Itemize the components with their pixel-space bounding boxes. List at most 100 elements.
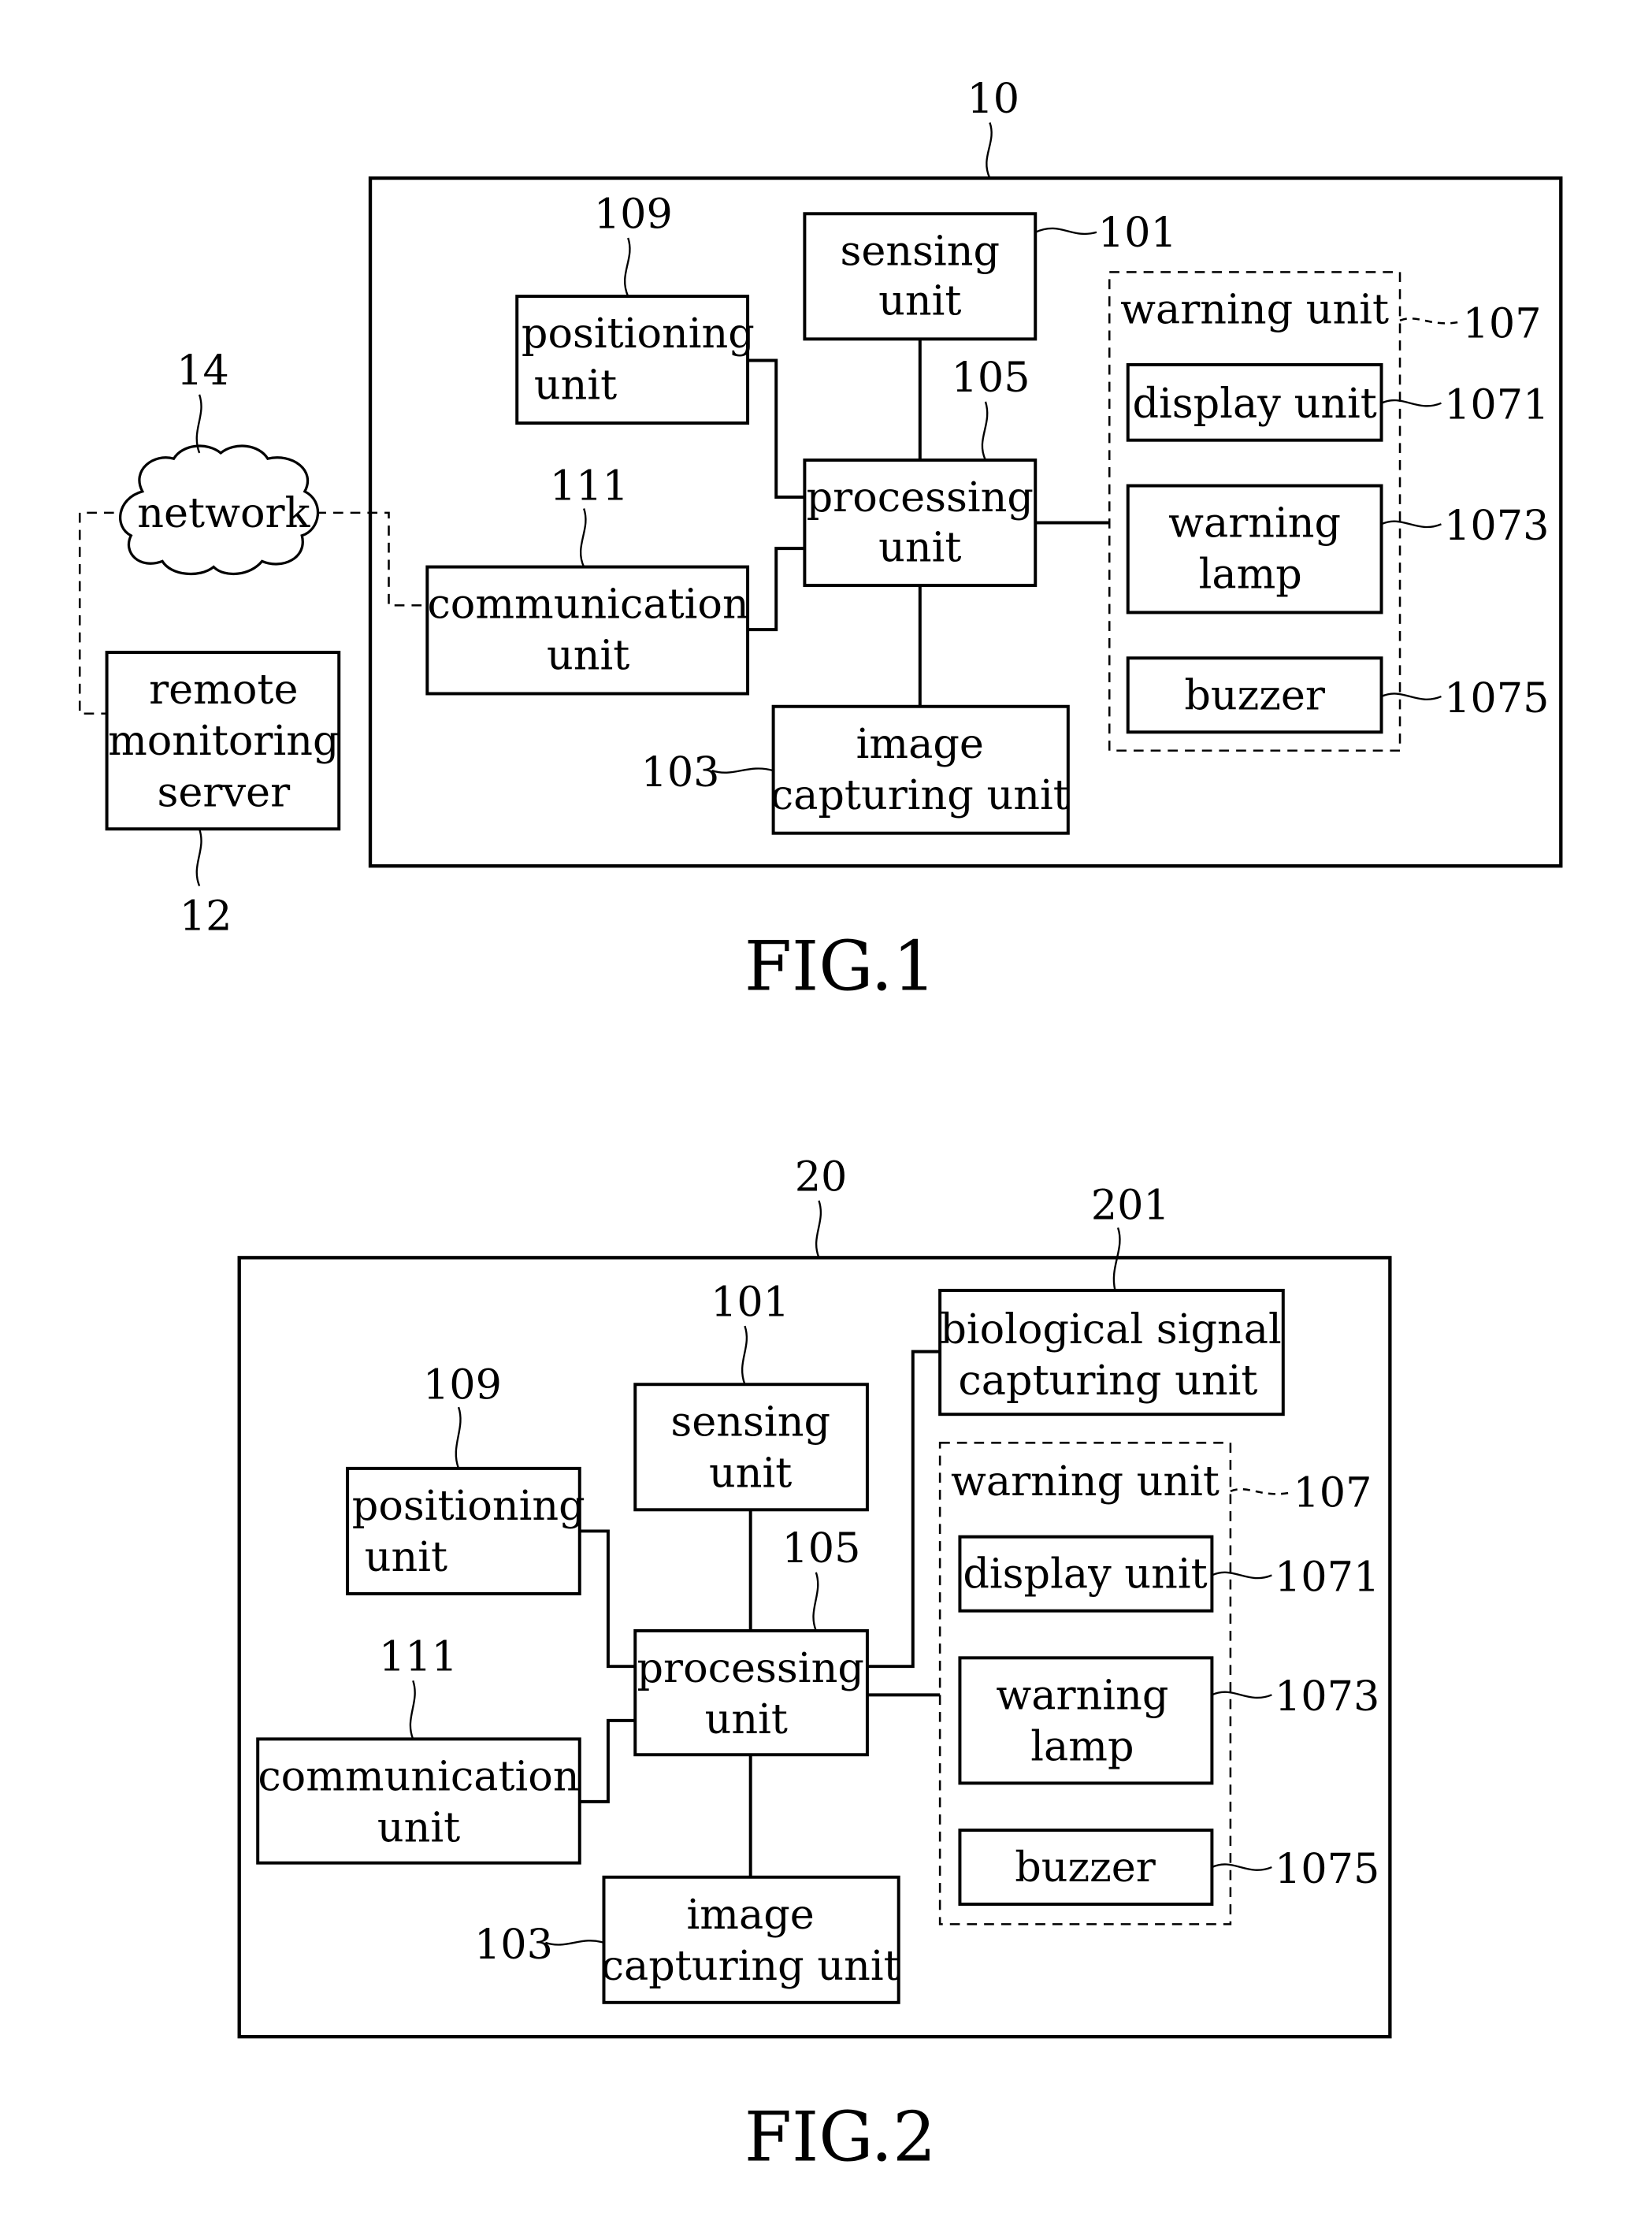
- svg-text:unit: unit: [709, 1449, 792, 1497]
- fig2-communication-leader: [409, 1680, 416, 1740]
- svg-text:processing: processing: [807, 473, 1034, 522]
- fig1-warning-leader: [1399, 317, 1461, 325]
- fig2-warning-leader: [1230, 1487, 1291, 1495]
- fig1-processing-unit: processing unit: [803, 459, 1038, 588]
- fig1-server-leader: [195, 828, 202, 886]
- svg-text:image: image: [687, 1891, 815, 1939]
- fig2-communication-unit: communication unit: [256, 1737, 581, 1865]
- fig2-display-unit: display unit: [958, 1535, 1214, 1613]
- fig1-display-unit: display unit: [1126, 362, 1383, 442]
- fig1-lamp-leader: [1381, 520, 1442, 529]
- svg-text:positioning: positioning: [352, 1482, 585, 1530]
- fig1-caption: FIG.1: [744, 926, 936, 1006]
- fig1-buzzer-ref: 1075: [1444, 674, 1549, 722]
- svg-text:sensing: sensing: [670, 1398, 830, 1446]
- svg-text:warning: warning: [1168, 499, 1341, 548]
- fig1-system-leader: [986, 122, 993, 179]
- fig2-image-capturing-unit: image capturing unit: [601, 1875, 900, 2004]
- svg-text:buzzer: buzzer: [1015, 1844, 1156, 1892]
- fig2-image-leader: [545, 1940, 604, 1946]
- svg-text:unit: unit: [534, 361, 617, 409]
- svg-text:sensing: sensing: [840, 227, 1000, 275]
- fig1-warning-lamp: warning lamp: [1126, 484, 1383, 615]
- fig2-system-ref: 20: [795, 1153, 848, 1201]
- fig2-wire-positioning-processing: [579, 1529, 636, 1669]
- fig1-lamp-ref: 1073: [1444, 502, 1549, 550]
- svg-text:communication: communication: [258, 1752, 579, 1800]
- svg-text:capturing unit: capturing unit: [770, 771, 1070, 819]
- fig2-warning-lamp: warning lamp: [958, 1656, 1214, 1785]
- svg-text:capturing unit: capturing unit: [601, 1942, 900, 1990]
- fig2-bio-ref: 201: [1091, 1182, 1170, 1230]
- fig2-buzzer: buzzer: [958, 1829, 1214, 1907]
- fig2-sensing-leader: [741, 1325, 748, 1385]
- svg-text:communication: communication: [427, 581, 748, 629]
- fig1-buzzer: buzzer: [1126, 656, 1383, 734]
- fig2-positioning-ref: 109: [423, 1361, 502, 1409]
- patent-drawing-sheet: 10 sensing unit 101 positioning unit 109: [78, 75, 1563, 2177]
- fig1-positioning-leader: [624, 237, 631, 297]
- svg-text:server: server: [157, 768, 291, 816]
- svg-text:unit: unit: [365, 1533, 447, 1581]
- fig2-sensing-ref: 101: [711, 1278, 789, 1326]
- fig1-processing-ref: 105: [952, 354, 1030, 402]
- svg-text:capturing unit: capturing unit: [958, 1357, 1257, 1405]
- svg-text:image: image: [856, 720, 984, 768]
- fig2-image-ref: 103: [474, 1921, 553, 1969]
- fig2-display-ref: 1071: [1275, 1553, 1379, 1601]
- figure-2: 20 biological signal capturing unit 201 …: [237, 1153, 1392, 2177]
- fig2-buzzer-ref: 1075: [1275, 1845, 1379, 1893]
- fig1-warning-unit-label: warning unit: [1120, 285, 1389, 333]
- fig1-image-capturing-unit: image capturing unit: [770, 704, 1070, 835]
- fig2-biological-signal-capturing-unit: biological signal capturing unit: [938, 1288, 1285, 1417]
- svg-text:positioning: positioning: [522, 310, 755, 358]
- fig2-system-leader: [815, 1200, 822, 1258]
- svg-text:lamp: lamp: [1030, 1722, 1134, 1770]
- fig1-sensing-ref: 101: [1098, 209, 1177, 257]
- fig2-processing-leader: [812, 1572, 819, 1632]
- fig1-image-leader: [711, 767, 774, 774]
- fig1-buzzer-leader: [1381, 692, 1442, 700]
- fig2-sensing-unit: sensing unit: [633, 1383, 869, 1512]
- fig2-wire-communication-processing: [579, 1718, 636, 1803]
- svg-text:network: network: [137, 489, 310, 537]
- svg-text:display unit: display unit: [963, 1550, 1207, 1598]
- fig2-lamp-ref: 1073: [1275, 1673, 1379, 1721]
- svg-text:unit: unit: [878, 277, 961, 325]
- fig1-network-ref: 14: [176, 347, 229, 395]
- fig2-caption: FIG.2: [744, 2097, 936, 2177]
- svg-text:display unit: display unit: [1132, 380, 1376, 428]
- svg-text:unit: unit: [377, 1804, 460, 1852]
- fig2-buzzer-leader: [1211, 1863, 1272, 1871]
- fig1-sensing-leader: [1034, 227, 1097, 236]
- svg-text:biological signal: biological signal: [940, 1305, 1281, 1353]
- svg-text:unit: unit: [878, 523, 961, 571]
- fig1-processing-leader: [981, 401, 989, 461]
- fig1-warning-ref: 107: [1463, 300, 1542, 348]
- fig2-processing-ref: 105: [781, 1524, 860, 1572]
- fig2-wire-processing-bio: [867, 1350, 941, 1669]
- svg-text:unit: unit: [705, 1695, 788, 1743]
- fig1-communication-unit: communication unit: [425, 565, 750, 696]
- fig2-warning-ref: 107: [1293, 1469, 1372, 1517]
- svg-text:unit: unit: [547, 632, 629, 680]
- fig2-warning-unit-label: warning unit: [951, 1457, 1220, 1506]
- fig1-communication-ref: 111: [550, 462, 629, 511]
- fig1-positioning-unit: positioning unit: [515, 295, 755, 425]
- svg-text:warning: warning: [996, 1671, 1168, 1719]
- svg-text:monitoring: monitoring: [108, 717, 339, 765]
- fig2-display-leader: [1211, 1571, 1272, 1580]
- fig1-network-leader: [195, 394, 202, 454]
- fig1-display-leader: [1381, 399, 1442, 407]
- fig2-lamp-leader: [1211, 1691, 1272, 1699]
- svg-text:remote: remote: [149, 666, 298, 714]
- fig2-communication-ref: 111: [379, 1633, 458, 1681]
- fig1-positioning-ref: 109: [594, 190, 673, 238]
- svg-text:lamp: lamp: [1199, 551, 1302, 599]
- fig1-display-ref: 1071: [1444, 381, 1549, 429]
- fig1-server-ref: 12: [180, 893, 232, 941]
- fig2-positioning-leader: [455, 1406, 462, 1469]
- fig1-system-ref: 10: [967, 75, 1019, 123]
- fig1-wire-positioning-processing: [748, 358, 805, 499]
- figure-1: 10 sensing unit 101 positioning unit 109: [78, 75, 1563, 1006]
